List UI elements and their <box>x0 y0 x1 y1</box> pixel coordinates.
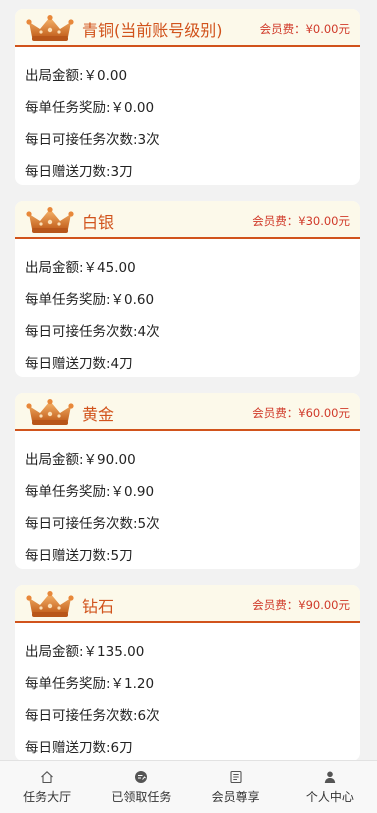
level-card-bronze: 青铜(当前账号级别) 会员费：¥0.00元 出局金额:￥0.00 每单任务奖励:… <box>15 9 360 185</box>
level-card-diamond: 钻石 会员费：¥90.00元 出局金额:￥135.00 每单任务奖励:￥1.20… <box>15 585 360 760</box>
task-reward: 每单任务奖励:￥0.90 <box>25 484 155 500</box>
level-name: 黄金 <box>82 405 115 424</box>
task-reward: 每单任务奖励:￥1.20 <box>25 676 155 692</box>
level-name: 白银 <box>82 213 115 232</box>
tab-member-benefits[interactable]: 会员尊享 <box>189 761 283 813</box>
tab-received-tasks[interactable]: 已领取任务 <box>94 761 188 813</box>
task-received-icon <box>135 771 148 783</box>
daily-bonus-cuts: 每日赠送刀数:3刀 <box>25 164 133 180</box>
app-root: 青铜(当前账号级别) 会员费：¥0.00元 出局金额:￥0.00 每单任务奖励:… <box>0 0 377 813</box>
exit-amount: 出局金额:￥0.00 <box>25 68 128 84</box>
crown-icon <box>26 591 74 619</box>
tab-personal-center[interactable]: 个人中心 <box>283 761 377 813</box>
daily-task-limit: 每日可接任务次数:6次 <box>25 708 160 724</box>
daily-bonus-cuts: 每日赠送刀数:4刀 <box>25 356 133 372</box>
level-card-gold: 黄金 会员费：¥60.00元 出局金额:￥90.00 每单任务奖励:￥0.90 … <box>15 393 360 569</box>
exit-amount: 出局金额:￥135.00 <box>25 644 145 660</box>
tab-label: 个人中心 <box>305 790 354 804</box>
daily-task-limit: 每日可接任务次数:5次 <box>25 516 160 532</box>
tab-label: 会员尊享 <box>211 790 260 804</box>
level-card-header: 钻石 会员费：¥90.00元 <box>15 585 360 623</box>
daily-bonus-cuts: 每日赠送刀数:5刀 <box>25 548 133 564</box>
user-icon <box>324 771 336 783</box>
daily-bonus-cuts: 每日赠送刀数:6刀 <box>25 740 133 756</box>
crown-icon <box>26 15 74 43</box>
level-name: 青铜(当前账号级别) <box>82 21 223 40</box>
level-card-header: 青铜(当前账号级别) 会员费：¥0.00元 <box>15 9 360 47</box>
member-fee: 会员费：¥0.00元 <box>259 22 350 36</box>
task-reward: 每单任务奖励:￥0.00 <box>25 100 155 116</box>
member-fee: 会员费：¥30.00元 <box>252 214 350 228</box>
home-icon <box>41 771 54 784</box>
level-name: 钻石 <box>82 597 115 616</box>
tab-task-hall[interactable]: 任务大厅 <box>0 761 94 813</box>
bottom-tab-bar: 任务大厅 已领取任务 会员尊享 个人中心 <box>0 760 377 813</box>
tab-label: 任务大厅 <box>23 790 72 804</box>
level-card-header: 白银 会员费：¥30.00元 <box>15 201 360 239</box>
level-card-silver: 白银 会员费：¥30.00元 出局金额:￥45.00 每单任务奖励:￥0.60 … <box>15 201 360 377</box>
member-fee: 会员费：¥60.00元 <box>252 406 350 420</box>
tab-label: 已领取任务 <box>111 790 172 804</box>
daily-task-limit: 每日可接任务次数:3次 <box>25 132 160 148</box>
member-card-icon <box>230 770 242 784</box>
exit-amount: 出局金额:￥90.00 <box>25 452 136 468</box>
crown-icon <box>26 399 74 427</box>
crown-icon <box>26 207 74 235</box>
task-reward: 每单任务奖励:￥0.60 <box>25 292 155 308</box>
daily-task-limit: 每日可接任务次数:4次 <box>25 324 160 340</box>
exit-amount: 出局金额:￥45.00 <box>25 260 136 276</box>
level-card-header: 黄金 会员费：¥60.00元 <box>15 393 360 431</box>
membership-list[interactable]: 青铜(当前账号级别) 会员费：¥0.00元 出局金额:￥0.00 每单任务奖励:… <box>0 0 377 760</box>
member-fee: 会员费：¥90.00元 <box>252 598 350 612</box>
